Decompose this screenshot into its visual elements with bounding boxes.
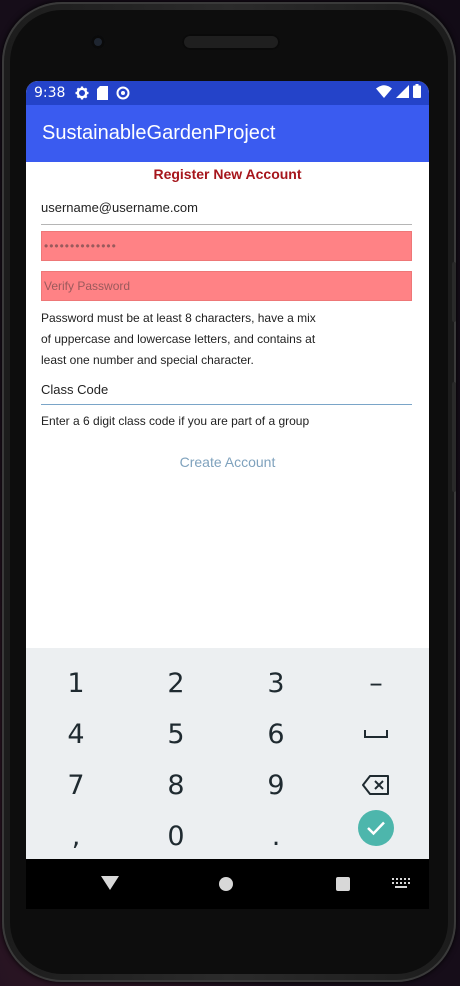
key-9[interactable]: 9 xyxy=(226,760,326,810)
key-4[interactable]: 4 xyxy=(26,709,126,759)
key-backspace[interactable] xyxy=(326,760,426,810)
status-right-icons xyxy=(376,84,421,102)
wifi-icon xyxy=(376,84,392,102)
app-bar: SustainableGardenProject xyxy=(26,105,429,162)
space-icon xyxy=(364,730,388,738)
app-title: SustainableGardenProject xyxy=(42,122,276,144)
key-5[interactable]: 5 xyxy=(126,709,226,759)
checkmark-icon xyxy=(367,821,385,836)
device-screen: 9:38 SustainableGardenProject Register N… xyxy=(26,81,429,859)
key-1[interactable]: 1 xyxy=(26,658,126,708)
key-7[interactable]: 7 xyxy=(26,760,126,810)
navigation-bar xyxy=(26,859,429,909)
key-6[interactable]: 6 xyxy=(226,709,326,759)
key-2[interactable]: 2 xyxy=(126,658,226,708)
power-button xyxy=(452,382,456,492)
email-field[interactable]: username@username.com xyxy=(41,200,412,225)
keyboard-switch-icon[interactable] xyxy=(392,878,410,890)
register-form: Register New Account username@username.c… xyxy=(26,162,429,729)
password-help-text: Password must be at least 8 characters, … xyxy=(41,308,341,371)
front-camera xyxy=(91,35,105,49)
create-account-button[interactable]: Create Account xyxy=(26,454,429,470)
password-value: •••••••••••••• xyxy=(44,239,117,253)
back-icon[interactable] xyxy=(101,876,119,890)
volume-button xyxy=(452,262,456,322)
key-enter[interactable] xyxy=(358,810,394,846)
backspace-icon xyxy=(362,775,389,795)
battery-icon xyxy=(413,84,421,102)
form-heading: Register New Account xyxy=(153,166,302,182)
key-3[interactable]: 3 xyxy=(226,658,326,708)
email-value: username@username.com xyxy=(41,200,198,215)
key-0[interactable]: 0 xyxy=(126,811,226,859)
signal-icon xyxy=(396,84,409,102)
home-icon[interactable] xyxy=(219,877,233,891)
key-space[interactable] xyxy=(326,709,426,759)
verify-password-field[interactable]: Verify Password xyxy=(41,271,412,301)
class-code-placeholder: Class Code xyxy=(41,382,109,397)
key-8[interactable]: 8 xyxy=(126,760,226,810)
gear-icon xyxy=(75,86,89,100)
status-time: 9:38 xyxy=(34,85,66,101)
key-comma[interactable]: , xyxy=(26,811,126,859)
password-help-line: Password must be at least 8 characters, … xyxy=(41,311,316,325)
password-help-line: of uppercase and lowercase letters, and … xyxy=(41,332,316,346)
class-code-hint: Enter a 6 digit class code if you are pa… xyxy=(41,414,310,428)
sync-icon xyxy=(116,86,130,100)
key-minus[interactable]: – xyxy=(326,658,426,708)
password-help-line: least one number and special character. xyxy=(41,353,254,367)
sd-card-icon xyxy=(97,86,109,100)
class-code-field[interactable]: Class Code xyxy=(41,382,412,405)
status-bar: 9:38 xyxy=(26,81,429,105)
verify-password-placeholder: Verify Password xyxy=(44,279,131,293)
numeric-keyboard: 1 2 3 – 4 5 6 7 8 9 , 0 . xyxy=(26,648,429,859)
recent-apps-icon[interactable] xyxy=(336,877,350,891)
password-field[interactable]: •••••••••••••• xyxy=(41,231,412,261)
key-period[interactable]: . xyxy=(226,811,326,859)
earpiece-speaker xyxy=(182,34,280,50)
